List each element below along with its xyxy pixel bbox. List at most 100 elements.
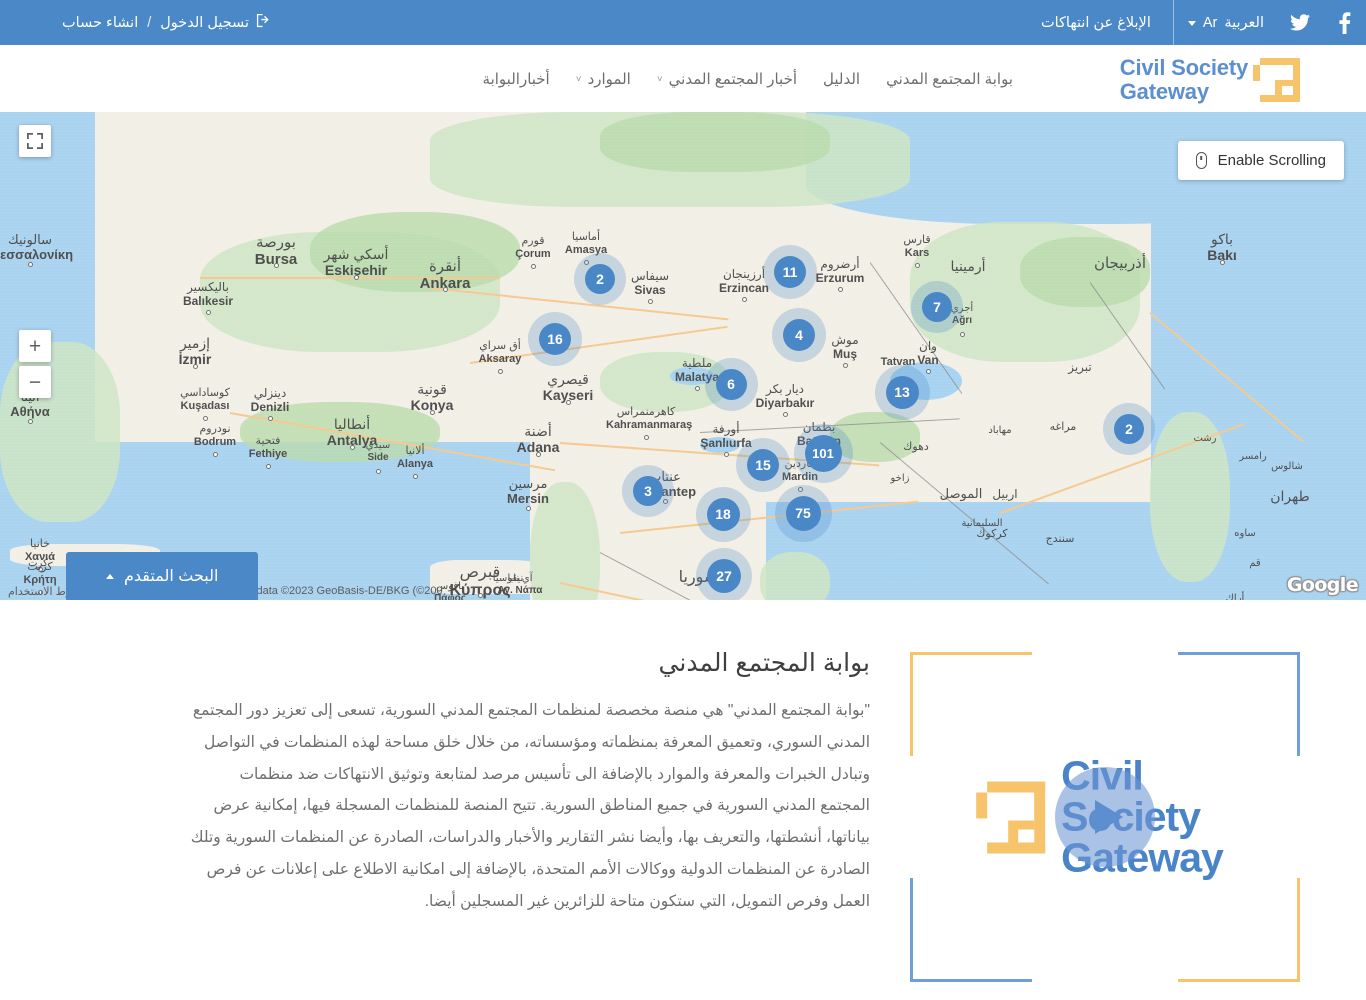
map-place-label: شالوس <box>1247 461 1327 473</box>
site-logo[interactable]: Civil Society Gateway <box>1120 56 1300 104</box>
map-water-caspian <box>1246 212 1366 422</box>
map-city-dot <box>376 469 381 474</box>
map-place-label-arabic: اربيل <box>992 487 1018 501</box>
play-button[interactable] <box>1055 767 1155 867</box>
map-cluster-marker[interactable]: 13 <box>874 364 930 420</box>
login-icon[interactable] <box>256 13 271 32</box>
map-place-label-arabic: طهران <box>1270 488 1310 504</box>
map-place-label-latin: Balıkesir <box>182 293 234 308</box>
report-violations-link[interactable]: الإبلاغ عن انتهاكات <box>1019 15 1173 31</box>
map-attribution: Map data ©2023 GeoBasis-DE/BKG (©200 <box>232 585 443 597</box>
map-place-label-arabic: ملطية <box>681 356 713 370</box>
map-cluster-marker[interactable]: 6 <box>704 357 758 411</box>
map-place-label: أرمينيا <box>928 258 1008 274</box>
map-cluster-marker[interactable]: 75 <box>774 484 832 542</box>
nav-item-directory[interactable]: الدليل <box>810 45 873 112</box>
map-place-label: قونية Konya <box>392 381 472 413</box>
nav-item-label: بوابة المجتمع المدني <box>886 70 1013 88</box>
map-place-label-arabic: أماسيا <box>571 231 601 243</box>
gateway-glyph-icon <box>976 781 1046 853</box>
chevron-down-icon <box>1187 21 1196 26</box>
map-place-label-arabic: موش <box>831 333 859 347</box>
map-place-label-arabic: قم <box>1249 558 1261 569</box>
brand-line-1: Civil Society <box>1119 55 1248 80</box>
map-cluster-marker[interactable]: 18 <box>695 486 751 542</box>
login-link[interactable]: تسجيل الدخول <box>160 15 249 31</box>
map-city-dot <box>274 263 279 268</box>
map-place-label-arabic: السليمانية <box>961 518 1003 529</box>
map-vegetation <box>760 552 830 600</box>
map-place-label-arabic: أنطاليا <box>333 416 371 432</box>
map-city-dot <box>724 452 729 457</box>
facebook-icon[interactable] <box>1322 0 1366 45</box>
map-place-label-arabic: أرضروم <box>820 257 860 271</box>
enable-scrolling-button[interactable]: Enable Scrolling <box>1177 141 1344 180</box>
nav-item-portal[interactable]: بوابة المجتمع المدني <box>873 45 1026 112</box>
map-place-label: أسكي شهر Eskişehir <box>316 246 396 278</box>
map-place-label-latin: Amasya <box>564 243 608 256</box>
zoom-in-button[interactable]: + <box>19 330 51 362</box>
map-cluster-marker[interactable]: 15 <box>736 438 790 492</box>
map-cluster-marker[interactable]: 4 <box>772 308 826 362</box>
primary-nav: بوابة المجتمع المدني الدليل أخبار المجتم… <box>470 45 1026 112</box>
fullscreen-button[interactable] <box>19 125 51 157</box>
map-city-dot <box>843 363 848 368</box>
advanced-search-button[interactable]: البحث المتقدم <box>66 552 259 600</box>
map-place-label-latin: Kahramanmaraş <box>606 418 693 431</box>
map-place-label-arabic: سالونيك <box>7 232 53 247</box>
register-link[interactable]: انشاء حساب <box>62 15 138 31</box>
google-logo: Google <box>1286 574 1359 596</box>
map-cluster-count: 7 <box>933 299 941 315</box>
nav-item-civil-society-news[interactable]: أخبار المجتمع المدني ˅ <box>644 45 810 112</box>
map-city-dot <box>268 416 273 421</box>
map-city-dot <box>915 263 920 268</box>
map-cluster-marker[interactable]: 16 <box>528 312 582 366</box>
map-place-label-arabic: إزمير <box>179 335 211 351</box>
enable-scrolling-label: Enable Scrolling <box>1217 152 1326 169</box>
map-place-label: قارس Kars <box>877 234 957 259</box>
links-separator: / <box>147 14 152 31</box>
twitter-icon[interactable] <box>1278 0 1322 45</box>
map-place-label-latin: Kars <box>904 246 930 259</box>
map-cluster-marker[interactable]: 2 <box>574 253 626 305</box>
map-place-label-arabic: أرزينجان <box>722 267 766 281</box>
map-zoom-controls[interactable]: + − <box>19 330 51 402</box>
main-navbar: Civil Society Gateway بوابة المجتمع المد… <box>0 45 1366 112</box>
map-place-label: قيصري Kayseri <box>528 371 608 403</box>
map-place-label-latin: Side <box>367 451 389 463</box>
map-cluster-count: 4 <box>795 327 803 343</box>
map-place-label: مرسين Mersin <box>488 476 568 507</box>
map-place-label-latin: Fethiye <box>248 447 288 460</box>
map-cluster-marker[interactable]: 7 <box>911 281 963 333</box>
nav-item-portal-news[interactable]: أخبارالبوابة <box>470 45 563 112</box>
map-cluster-marker[interactable]: 101 <box>793 423 853 483</box>
topbar-left-group: العربية Ar الإبلاغ عن انتهاكات <box>1019 0 1366 45</box>
map-place-label-arabic: كرت <box>28 558 48 569</box>
nav-item-label: الدليل <box>823 70 861 88</box>
map-place-label-arabic: زاخو <box>890 473 910 484</box>
play-icon <box>1095 800 1123 834</box>
organizations-map[interactable]: سالونيكΘεσσαλονίκηأثيناΑθήναخانياΧανιάكر… <box>0 112 1366 600</box>
map-place-label: رشت <box>1165 433 1245 445</box>
nav-item-resources[interactable]: الموارد ˅ <box>563 45 644 112</box>
map-place-label-arabic: أورفة <box>712 422 740 436</box>
map-city-dot <box>536 452 541 457</box>
map-cluster-marker[interactable]: 3 <box>622 465 674 517</box>
map-city-dot <box>783 412 788 417</box>
map-place-label: آي نابا Αγ. Νάπα <box>480 573 560 596</box>
map-place-label-arabic: أسكي شهر <box>323 246 389 262</box>
map-place-label-arabic: شالوس <box>1271 461 1303 472</box>
language-selector[interactable]: العربية Ar <box>1174 15 1278 31</box>
map-place-label-latin: Denizli <box>250 399 290 414</box>
map-place-label-arabic: باكو <box>1210 231 1234 247</box>
promo-video-player[interactable]: Civil Society Gateway <box>910 652 1300 982</box>
map-cluster-marker[interactable]: 2 <box>1103 403 1155 455</box>
map-cluster-count: 11 <box>782 264 798 280</box>
map-cluster-marker[interactable]: 11 <box>763 245 817 299</box>
map-place-label-arabic: وان <box>919 339 937 353</box>
zoom-out-button[interactable]: − <box>19 366 51 398</box>
map-place-label: دينزلي Denizli <box>230 386 310 415</box>
map-cluster-count: 18 <box>715 506 731 522</box>
map-cluster-marker[interactable]: 27 <box>696 548 752 600</box>
map-cluster-count: 75 <box>795 505 811 521</box>
